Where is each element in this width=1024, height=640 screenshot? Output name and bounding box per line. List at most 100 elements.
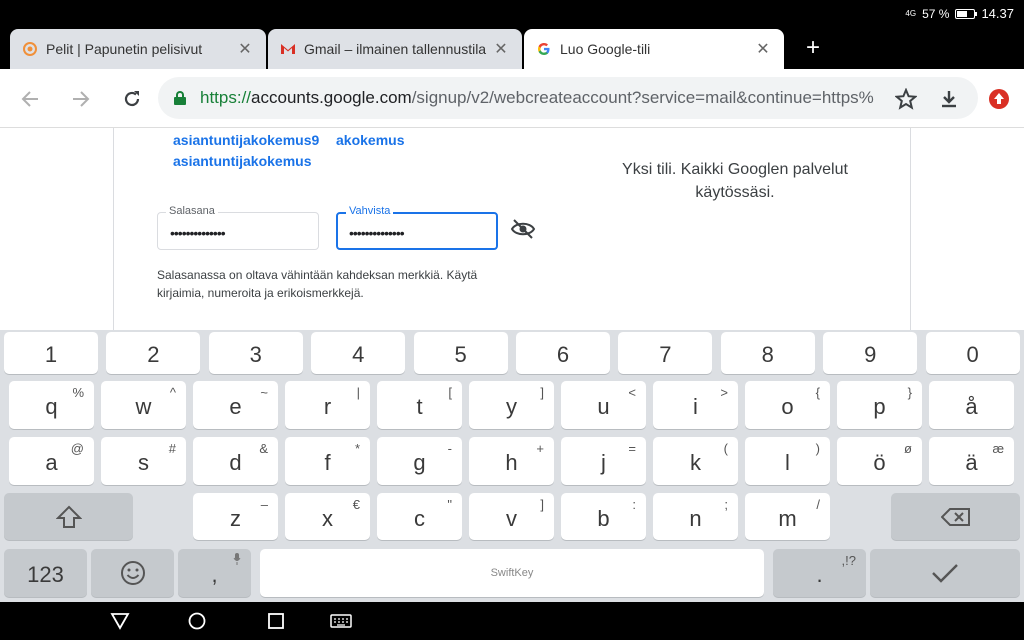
key-label: ö [873, 450, 886, 475]
key-h[interactable]: h + [469, 437, 554, 485]
battery-icon [955, 8, 978, 19]
key-ä[interactable]: äæ [929, 437, 1014, 485]
comma-key[interactable]: , [178, 549, 251, 597]
key-e[interactable]: e ~ [193, 381, 278, 429]
key-8[interactable]: 8 [720, 332, 815, 374]
key-s[interactable]: s # [101, 437, 186, 485]
key-j[interactable]: j = [561, 437, 646, 485]
google-icon [536, 41, 552, 57]
tagline-line: käytössäsi. [695, 184, 775, 201]
key-secondary-label: ] [540, 385, 544, 400]
backspace-key[interactable] [891, 493, 1020, 540]
key-v[interactable]: v] [469, 493, 554, 540]
period-key-sub: ,!? [841, 553, 856, 568]
key-l[interactable]: l) [745, 437, 830, 485]
new-tab-button[interactable]: + [800, 35, 826, 61]
key-x[interactable]: x € [285, 493, 370, 540]
comma-key-label: , [211, 562, 218, 587]
key-5[interactable]: 5 [413, 332, 508, 374]
key-label: y [506, 394, 517, 419]
key-1[interactable]: 1 [4, 332, 98, 374]
url-host: accounts.google.com [251, 88, 412, 107]
username-suggestion[interactable]: asiantuntijakokemus [173, 153, 312, 169]
key-y[interactable]: y] [469, 381, 554, 429]
username-suggestion[interactable]: asiantuntijakokemus9 [173, 132, 319, 148]
key-secondary-label: & [259, 441, 268, 456]
close-icon[interactable]: ✕ [492, 39, 510, 59]
tab-gmail[interactable]: Gmail – ilmainen tallennustila ✕ [268, 29, 522, 69]
key-å[interactable]: å [929, 381, 1014, 429]
emoji-key[interactable] [91, 549, 174, 597]
address-bar[interactable]: https://accounts.google.com/signup/v2/we… [158, 77, 978, 119]
key-label: 1 [44, 342, 58, 367]
key-w[interactable]: w ^ [101, 381, 186, 429]
key-0[interactable]: 0 [925, 332, 1020, 374]
key-u[interactable]: u < [561, 381, 646, 429]
key-4[interactable]: 4 [311, 332, 406, 374]
period-key-label: . [816, 562, 823, 587]
key-p[interactable]: p} [837, 381, 922, 429]
back-nav-icon[interactable] [110, 612, 130, 630]
username-suggestion[interactable]: akokemus [336, 132, 404, 148]
key-m[interactable]: m / [745, 493, 830, 540]
key-3[interactable]: 3 [208, 332, 303, 374]
period-key[interactable]: . ,!? [773, 549, 866, 597]
key-t[interactable]: t[ [377, 381, 462, 429]
key-k[interactable]: k( [653, 437, 738, 485]
confirm-password-field[interactable]: Vahvista •••••••••••••• [336, 205, 498, 250]
eye-off-icon[interactable] [510, 218, 536, 240]
url-path: /signup/v2/webcreateaccount?service=mail… [411, 88, 874, 107]
shift-key[interactable] [4, 493, 133, 540]
password-label: Salasana [166, 205, 218, 217]
key-o[interactable]: o{ [745, 381, 830, 429]
key-label: z [230, 505, 241, 531]
key-secondary-label: + [536, 441, 544, 456]
key-6[interactable]: 6 [516, 332, 610, 374]
tab-google-account[interactable]: Luo Google-tili ✕ [524, 29, 784, 69]
key-2[interactable]: 2 [106, 332, 201, 374]
card-border [113, 128, 114, 330]
space-key[interactable]: SwiftKey [260, 549, 764, 597]
key-secondary-label: | [356, 385, 360, 400]
reload-icon[interactable] [119, 86, 145, 112]
key-ö[interactable]: öø [837, 437, 922, 485]
back-icon[interactable] [17, 86, 43, 112]
key-a[interactable]: a @ [9, 437, 94, 485]
key-label: f [324, 450, 331, 475]
key-secondary-label: ~ [260, 385, 268, 400]
keyboard-nav-icon[interactable] [330, 612, 352, 630]
key-c[interactable]: c " [377, 493, 462, 540]
papunet-icon [22, 41, 38, 57]
key-secondary-label: ^ [169, 385, 176, 400]
symbols-key-label: 123 [27, 562, 64, 587]
key-r[interactable]: r | [285, 381, 370, 429]
key-secondary-label: * [354, 441, 360, 456]
password-field[interactable]: Salasana •••••••••••••• [157, 205, 319, 250]
key-secondary-label: ] [540, 497, 544, 512]
home-nav-icon[interactable] [187, 612, 207, 630]
update-icon[interactable] [986, 86, 1012, 112]
status-bar: 4G 57 % 14.37 [0, 0, 1024, 27]
backspace-icon [940, 507, 970, 526]
key-n[interactable]: n; [653, 493, 738, 540]
key-g[interactable]: g- [377, 437, 462, 485]
recents-nav-icon[interactable] [266, 612, 286, 630]
key-label: h [505, 450, 518, 475]
key-f[interactable]: f * [285, 437, 370, 485]
forward-icon[interactable] [68, 86, 94, 112]
tab-papunet[interactable]: Pelit | Papunetin pelisivut ✕ [10, 29, 266, 69]
key-z[interactable]: z – [193, 493, 278, 540]
key-q[interactable]: q% [9, 381, 94, 429]
key-i[interactable]: i > [653, 381, 738, 429]
key-secondary-label: - [447, 441, 452, 456]
key-7[interactable]: 7 [618, 332, 713, 374]
star-icon[interactable] [893, 86, 919, 112]
close-icon[interactable]: ✕ [236, 39, 254, 59]
symbols-key[interactable]: 123 [4, 549, 87, 597]
key-b[interactable]: b: [561, 493, 646, 540]
key-d[interactable]: d & [193, 437, 278, 485]
enter-key[interactable] [870, 549, 1020, 597]
download-icon[interactable] [936, 86, 962, 112]
key-9[interactable]: 9 [823, 332, 918, 374]
close-icon[interactable]: ✕ [754, 39, 772, 59]
